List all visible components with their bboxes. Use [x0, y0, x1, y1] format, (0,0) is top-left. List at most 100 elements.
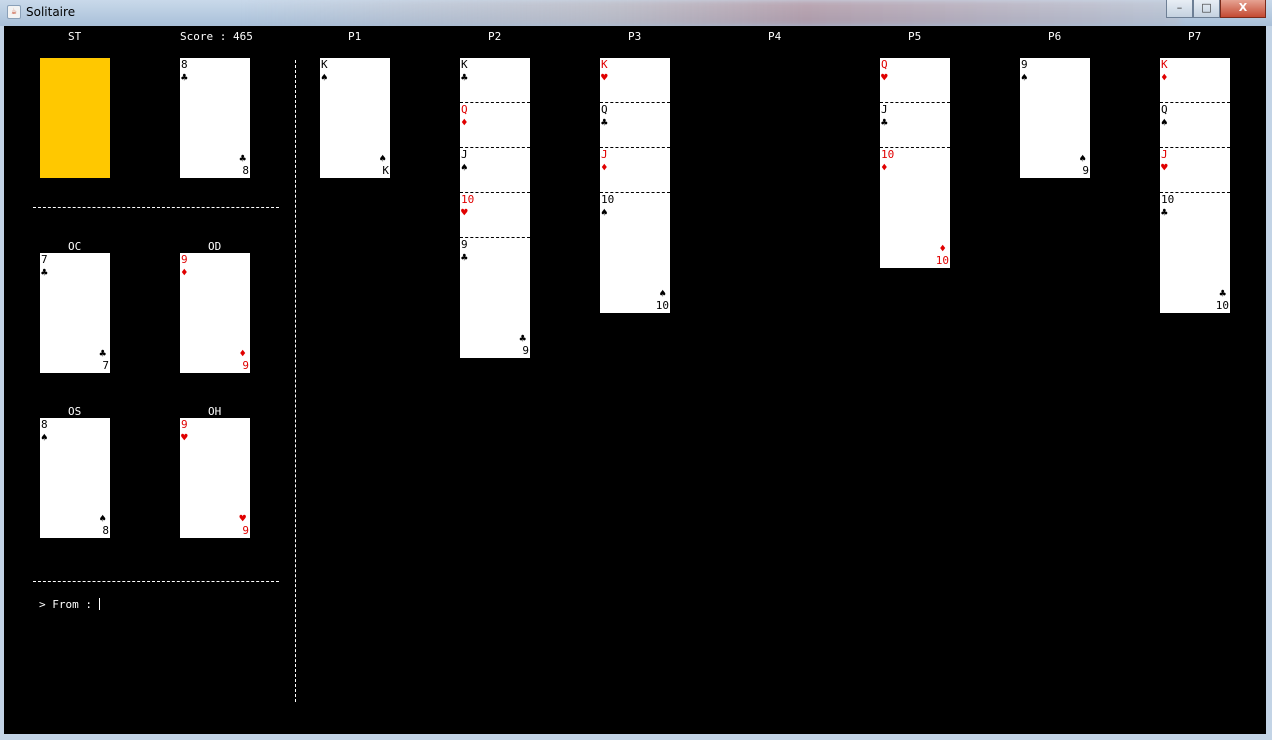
card-rank: 10	[1215, 299, 1229, 312]
pile-label-p5: P5	[908, 30, 922, 43]
stock-pile[interactable]	[40, 58, 110, 178]
pile-label-p6: P6	[1048, 30, 1062, 43]
pile-card-p5[interactable]: Q ♥	[880, 58, 950, 103]
card-suit-icon: ♣	[881, 116, 888, 129]
card-rank: J	[1161, 148, 1168, 161]
pile-card-p7[interactable]: K ♦	[1160, 58, 1230, 103]
titlebar-background	[240, 0, 1180, 26]
card-rank: 9	[181, 253, 188, 266]
pile-card-p2[interactable]: 10 ♥	[460, 193, 530, 238]
pile-label-p4: P4	[768, 30, 782, 43]
card-rank: Q	[601, 103, 608, 116]
card-rank: 9	[242, 524, 249, 537]
divider-top	[33, 207, 279, 208]
java-app-icon: ☕	[7, 5, 21, 19]
minimize-button[interactable]: –	[1166, 0, 1193, 18]
card-suit-icon: ♠	[1161, 116, 1168, 129]
foundation-card-os[interactable]: 8 ♠ ♠ 8	[40, 418, 110, 538]
card-rank: J	[881, 103, 888, 116]
divider-bottom	[33, 581, 279, 582]
pile-label-p2: P2	[488, 30, 502, 43]
pile-card-p7[interactable]: Q ♠	[1160, 103, 1230, 148]
card-suit-icon: ♦	[1161, 71, 1168, 84]
game-board[interactable]: ST Score : 465 > From : P1 P2 P3 P4 P5 P6 P7 8 ♣…	[4, 26, 1266, 734]
card-suit-icon: ♦	[181, 266, 188, 279]
card-suit-icon: ♠	[1021, 71, 1028, 84]
card-suit-icon: ♥	[181, 431, 188, 444]
card-rank: 7	[41, 253, 48, 266]
card-rank: 9	[242, 359, 249, 372]
card-rank: J	[461, 148, 468, 161]
waste-card[interactable]: 8 ♣ ♣ 8	[180, 58, 250, 178]
pile-card-p2[interactable]: Q ♦	[460, 103, 530, 148]
card-suit-icon: ♣	[461, 251, 468, 264]
card-suit-icon: ♦	[461, 116, 468, 129]
command-prompt[interactable]: > From :	[39, 598, 100, 611]
card-rank: 10	[461, 193, 475, 206]
card-suit-icon: ♠	[601, 206, 608, 219]
card-rank: Q	[881, 58, 888, 71]
card-suit-icon: ♥	[881, 71, 888, 84]
card-suit-icon: ♠	[461, 161, 468, 174]
maximize-button[interactable]: □	[1193, 0, 1220, 18]
card-rank: K	[601, 58, 608, 71]
foundation-card-oh[interactable]: 9 ♥ ♥ 9	[180, 418, 250, 538]
card-rank: 8	[242, 164, 249, 177]
card-rank: 10	[1161, 193, 1175, 206]
pile-card-p5[interactable]: J ♣	[880, 103, 950, 148]
pile-card-p7[interactable]: 10 ♣ ♣ 10	[1160, 193, 1230, 313]
card-rank: Q	[461, 103, 468, 116]
window-titlebar: ☕ Solitaire – □ X	[0, 0, 1272, 26]
card-rank: 9	[1021, 58, 1028, 71]
card-rank: 9	[522, 344, 529, 357]
window-title: Solitaire	[26, 5, 76, 19]
pile-card-p1[interactable]: K ♠ ♠ K	[320, 58, 390, 178]
card-suit-icon: ♦	[881, 161, 888, 174]
window-controls: – □ X	[1166, 0, 1266, 18]
card-rank: Q	[1161, 103, 1168, 116]
pile-label-p1: P1	[348, 30, 362, 43]
card-rank: 8	[41, 418, 48, 431]
pile-card-p3[interactable]: J ♦	[600, 148, 670, 193]
pile-card-p2[interactable]: 9 ♣ ♣ 9	[460, 238, 530, 358]
card-rank: 10	[881, 148, 895, 161]
text-caret	[98, 598, 100, 610]
pile-card-p5[interactable]: 10 ♦ ♦ 10	[880, 148, 950, 268]
card-rank: K	[461, 58, 468, 71]
card-rank: K	[382, 164, 389, 177]
card-rank: 8	[102, 524, 109, 537]
pile-card-p2[interactable]: J ♠	[460, 148, 530, 193]
foundation-label-od: OD	[208, 240, 222, 253]
card-rank: 10	[601, 193, 615, 206]
window-frame-bottom	[0, 734, 1272, 740]
pile-label-p3: P3	[628, 30, 642, 43]
foundation-card-oc[interactable]: 7 ♣ ♣ 7	[40, 253, 110, 373]
card-suit-icon: ♣	[461, 71, 468, 84]
score-display: Score : 465	[180, 30, 253, 43]
pile-card-p3[interactable]: K ♥	[600, 58, 670, 103]
close-button[interactable]: X	[1220, 0, 1266, 18]
card-rank: 10	[935, 254, 949, 267]
card-rank: K	[1161, 58, 1168, 71]
pile-card-p2[interactable]: K ♣	[460, 58, 530, 103]
card-rank: 9	[181, 418, 188, 431]
prompt-label: > From :	[39, 598, 99, 611]
card-rank: 10	[655, 299, 669, 312]
foundation-card-od[interactable]: 9 ♦ ♦ 9	[180, 253, 250, 373]
foundation-label-os: OS	[68, 405, 82, 418]
card-suit-icon: ♦	[601, 161, 608, 174]
pile-card-p6[interactable]: 9 ♠ ♠ 9	[1020, 58, 1090, 178]
card-suit-icon: ♥	[461, 206, 468, 219]
card-rank: 9	[461, 238, 468, 251]
card-suit-icon: ♣	[1161, 206, 1168, 219]
card-rank: J	[601, 148, 608, 161]
card-rank: 8	[181, 58, 188, 71]
card-suit-icon: ♣	[181, 71, 188, 84]
pile-label-p7: P7	[1188, 30, 1202, 43]
card-suit-icon: ♣	[601, 116, 608, 129]
card-suit-icon: ♣	[41, 266, 48, 279]
card-rank: 9	[1082, 164, 1089, 177]
pile-card-p3[interactable]: 10 ♠ ♠ 10	[600, 193, 670, 313]
pile-card-p3[interactable]: Q ♣	[600, 103, 670, 148]
pile-card-p7[interactable]: J ♥	[1160, 148, 1230, 193]
